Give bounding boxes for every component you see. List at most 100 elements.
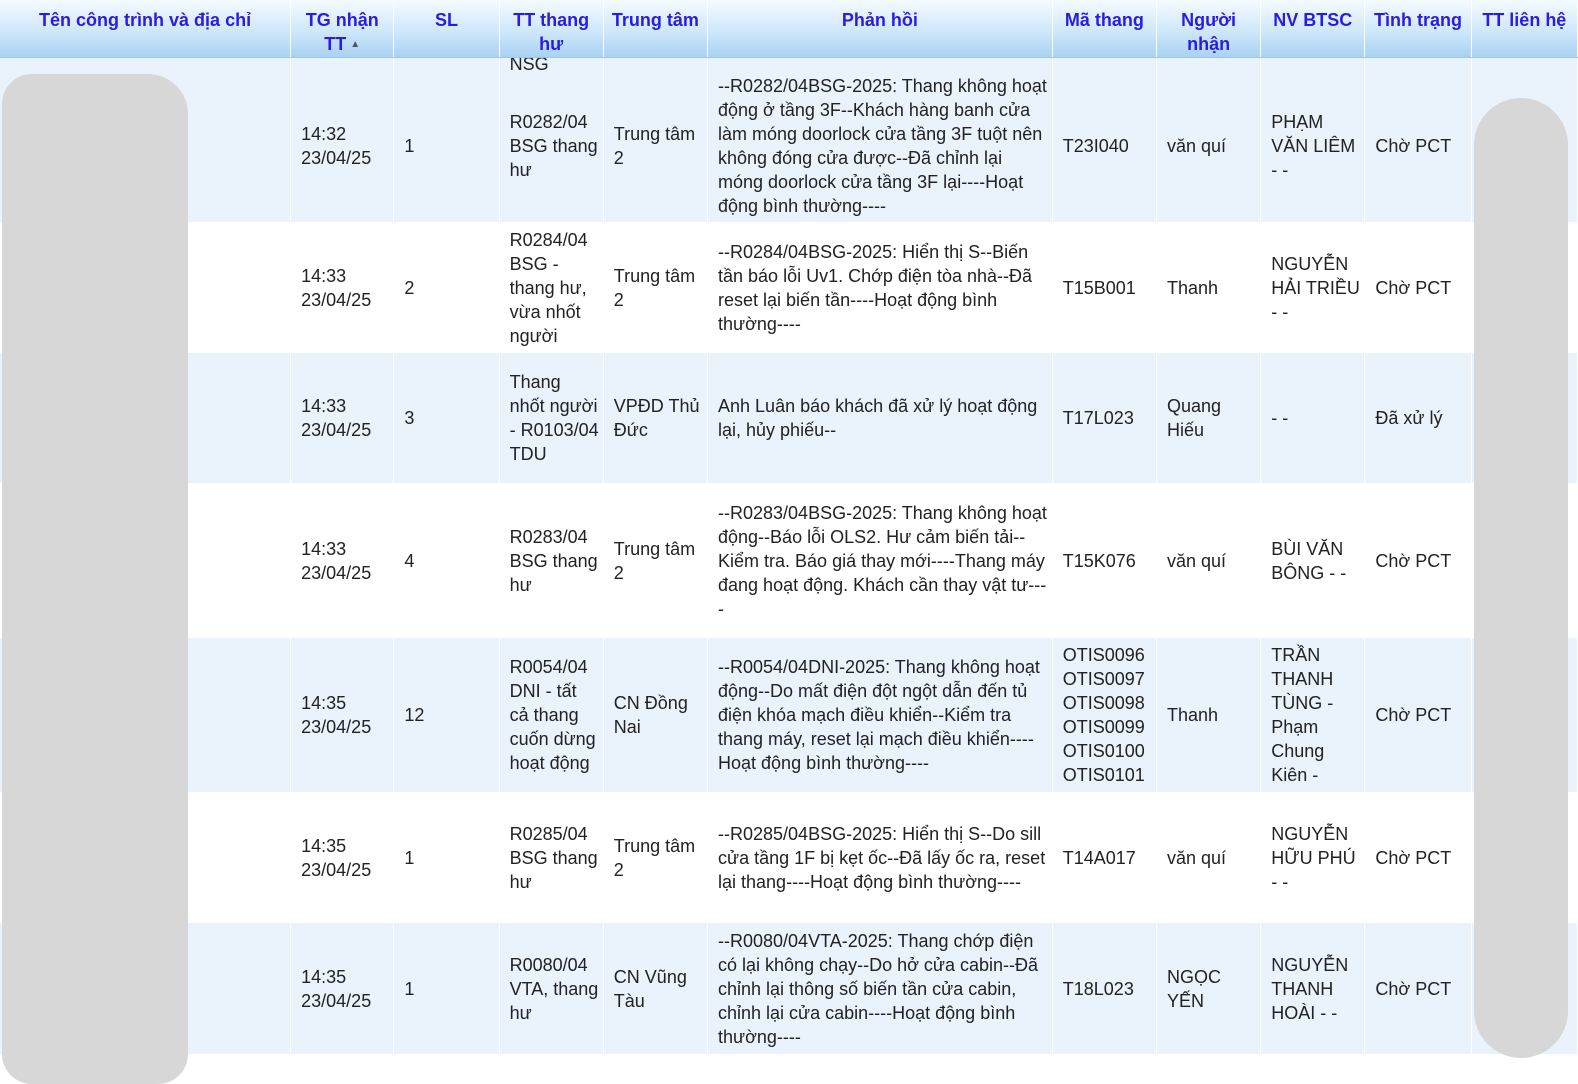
state-cell: Chờ PCT xyxy=(1364,792,1472,924)
center-cell: VPĐD Thủ Đức xyxy=(603,353,709,484)
center-cell: Trung tâm 2 xyxy=(603,483,709,639)
elevator-code-cell: OTIS0096 OTIS0097 OTIS0098 OTIS0099 OTIS0100… xyxy=(1052,638,1157,793)
receiver-cell: Thanh xyxy=(1156,222,1262,354)
elevator-code: OTIS0099 xyxy=(1062,717,1145,738)
redacted-overlay-right xyxy=(1474,98,1568,1058)
table-row[interactable]: ÀN - ÔNGNG-33ờng 9TÀU - TỈNH14:35 23/04/… xyxy=(0,923,1578,1055)
col-header-qty[interactable]: SL xyxy=(393,0,500,59)
table-row[interactable]: 178 GÒẬN TÂNNH14:33 23/04/252R0284/04 BS… xyxy=(0,222,1578,354)
status-elevator-cell: R0080/04 VTA, thang hư xyxy=(499,923,604,1055)
state-cell: Chờ PCT xyxy=(1364,638,1472,793)
table-row[interactable]: UCATIONVĂN QUÁNG CÔNGÂN BÌNH -14:35 23/0… xyxy=(0,792,1578,924)
elevator-code: OTIS0100 xyxy=(1062,741,1145,762)
elevator-code: OTIS0098 xyxy=(1062,693,1145,714)
state-cell: Chờ PCT xyxy=(1364,222,1472,354)
staff-cell: TRẦN THANH TÙNG - Phạm Chung Kiên - xyxy=(1260,638,1366,793)
elevator-code: T17L023 xyxy=(1062,408,1134,429)
elevator-code: OTIS0101 xyxy=(1062,765,1145,786)
col-header-center[interactable]: Trung tâm xyxy=(603,0,709,59)
quantity-cell: 1 xyxy=(393,70,500,223)
col-header-status-elevator[interactable]: TT thang hư xyxy=(499,0,604,59)
receiver-cell: Quang Hiếu xyxy=(1156,353,1262,484)
col-header-feedback[interactable]: Phản hồi xyxy=(707,0,1053,59)
receiver-cell: Thanh xyxy=(1156,638,1262,793)
redacted-overlay-left xyxy=(2,74,188,1084)
center-cell: Trung tâm 2 xyxy=(603,70,709,223)
status-elevator-cell: NSG xyxy=(499,57,604,71)
state-cell: Chờ PCT xyxy=(1364,70,1472,223)
header-row: Tên công trình và địa chỉ TG nhận TT ▲ SL… xyxy=(0,0,1578,59)
receiver-cell: văn quí xyxy=(1156,70,1262,223)
center-cell: CN Vũng Tàu xyxy=(603,923,709,1055)
table-row-partial: NSG xyxy=(0,57,1578,71)
staff-cell: PHẠM VĂN LIÊM - - xyxy=(1260,70,1366,223)
feedback-cell: --R0284/04BSG-2025: Hiển thị S--Biến tần… xyxy=(707,222,1053,354)
feedback-cell: --R0285/04BSG-2025: Hiển thị S--Do sill … xyxy=(707,792,1053,924)
quantity-cell: 2 xyxy=(393,222,500,354)
table-row[interactable]: NÔNGT KHẨUu côngdec,C34)H - TP.HỒ14:33 2… xyxy=(0,483,1578,639)
feedback-cell: Anh Luân báo khách đã xử lý hoạt động lạ… xyxy=(707,353,1053,484)
received-time-cell: 14:33 23/04/25 xyxy=(290,483,395,639)
elevator-code-cell: T15K076 xyxy=(1052,483,1157,639)
col-header-code[interactable]: Mã thang xyxy=(1052,0,1157,59)
received-time-cell: 14:35 23/04/25 xyxy=(290,638,395,793)
feedback-cell: --R0054/04DNI-2025: Thang không hoạt độn… xyxy=(707,638,1053,793)
quantity-cell: 1 xyxy=(393,923,500,1055)
elevator-code: OTIS0096 xyxy=(1062,645,1145,666)
center-cell: Trung tâm 2 xyxy=(603,792,709,924)
state-cell: Chờ PCT xyxy=(1364,483,1472,639)
state-cell: Chờ PCT xyxy=(1364,923,1472,1055)
elevator-code: T23I040 xyxy=(1062,136,1129,157)
quantity-cell: 3 xyxy=(393,353,500,484)
table-row[interactable]: 3-914 TỜA THỊ13-914, TỜỜNG TÂN- TP.HỒ14:… xyxy=(0,70,1578,223)
elevator-code-cell: T15B001 xyxy=(1052,222,1157,354)
receiver-cell: NGỌC YẾN xyxy=(1156,923,1262,1055)
elevator-code-cell: T23I040 xyxy=(1052,70,1157,223)
received-time-cell: 14:33 23/04/25 xyxy=(290,353,395,484)
feedback-cell: --R0080/04VTA-2025: Thang chớp điện có l… xyxy=(707,923,1053,1055)
table-row[interactable]: NAI-LÔMẠIỜNG BÌNHH ĐỒNG14:35 23/04/2512R… xyxy=(0,638,1578,793)
received-time-cell: 14:33 23/04/25 xyxy=(290,222,395,354)
quantity-cell: 12 xyxy=(393,638,500,793)
elevator-code: T18L023 xyxy=(1062,978,1134,999)
status-elevator-cell: R0284/04 BSG - thang hư, vừa nhốt người xyxy=(499,222,604,354)
status-elevator-cell: R0054/04 DNI - tất cả thang cuốn dừng ho… xyxy=(499,638,604,793)
receiver-cell: văn quí xyxy=(1156,792,1262,924)
feedback-cell: --R0282/04BSG-2025: Thang không hoạt độn… xyxy=(707,70,1053,223)
col-header-contact[interactable]: TT liên hệ xyxy=(1471,0,1578,59)
staff-cell: NGUYỄN HẢI TRIỀU - - xyxy=(1260,222,1366,354)
elevator-code-cell: T17L023 xyxy=(1052,353,1157,484)
received-time-cell: 14:32 23/04/25 xyxy=(290,70,395,223)
col-header-time[interactable]: TG nhận TT ▲ xyxy=(290,0,395,59)
col-header-receiver[interactable]: Người nhận xyxy=(1156,0,1262,59)
elevator-code: OTIS0097 xyxy=(1062,669,1145,690)
staff-cell: BÙI VĂN BÔNG - - xyxy=(1260,483,1366,639)
received-time-cell: 14:35 23/04/25 xyxy=(290,792,395,924)
col-header-name[interactable]: Tên công trình và địa chỉ xyxy=(0,0,292,59)
staff-cell: NGUYỄN THANH HOÀI - - xyxy=(1260,923,1366,1055)
feedback-cell: --R0283/04BSG-2025: Thang không hoạt độn… xyxy=(707,483,1053,639)
state-cell: Đã xử lý xyxy=(1364,353,1472,484)
quantity-cell: 4 xyxy=(393,483,500,639)
elevator-code: T15K076 xyxy=(1062,550,1136,571)
receiver-cell: văn quí xyxy=(1156,483,1262,639)
sort-asc-icon[interactable]: ▲ xyxy=(350,39,360,50)
status-elevator-cell: R0282/04 BSG thang hư xyxy=(499,70,604,223)
col-header-staff[interactable]: NV BTSC xyxy=(1260,0,1366,59)
elevator-code: T14A017 xyxy=(1062,847,1136,868)
status-elevator-cell: R0285/04 BSG thang hư xyxy=(499,792,604,924)
elevator-code-cell: T14A017 xyxy=(1052,792,1157,924)
status-elevator-cell: R0283/04 BSG thang hư xyxy=(499,483,604,639)
work-orders-table: Tên công trình và địa chỉ TG nhận TT ▲ SL… xyxy=(0,0,1578,1055)
center-cell: Trung tâm 2 xyxy=(603,222,709,354)
center-cell: CN Đồng Nai xyxy=(603,638,709,793)
quantity-cell: 1 xyxy=(393,792,500,924)
table-row[interactable]: ƯỜNGHỊỜNGI PHÚ -CHÍ MINH14:33 23/04/253T… xyxy=(0,353,1578,484)
received-time-cell: 14:35 23/04/25 xyxy=(290,923,395,1055)
staff-cell: - - xyxy=(1260,353,1366,484)
col-header-state[interactable]: Tình trạng xyxy=(1364,0,1472,59)
status-elevator-cell: Thang nhốt người - R0103/04 TDU xyxy=(499,353,604,484)
staff-cell: NGUYỄN HỮU PHÚ - - xyxy=(1260,792,1366,924)
elevator-code-cell: T18L023 xyxy=(1052,923,1157,1055)
elevator-code: T15B001 xyxy=(1062,277,1136,298)
